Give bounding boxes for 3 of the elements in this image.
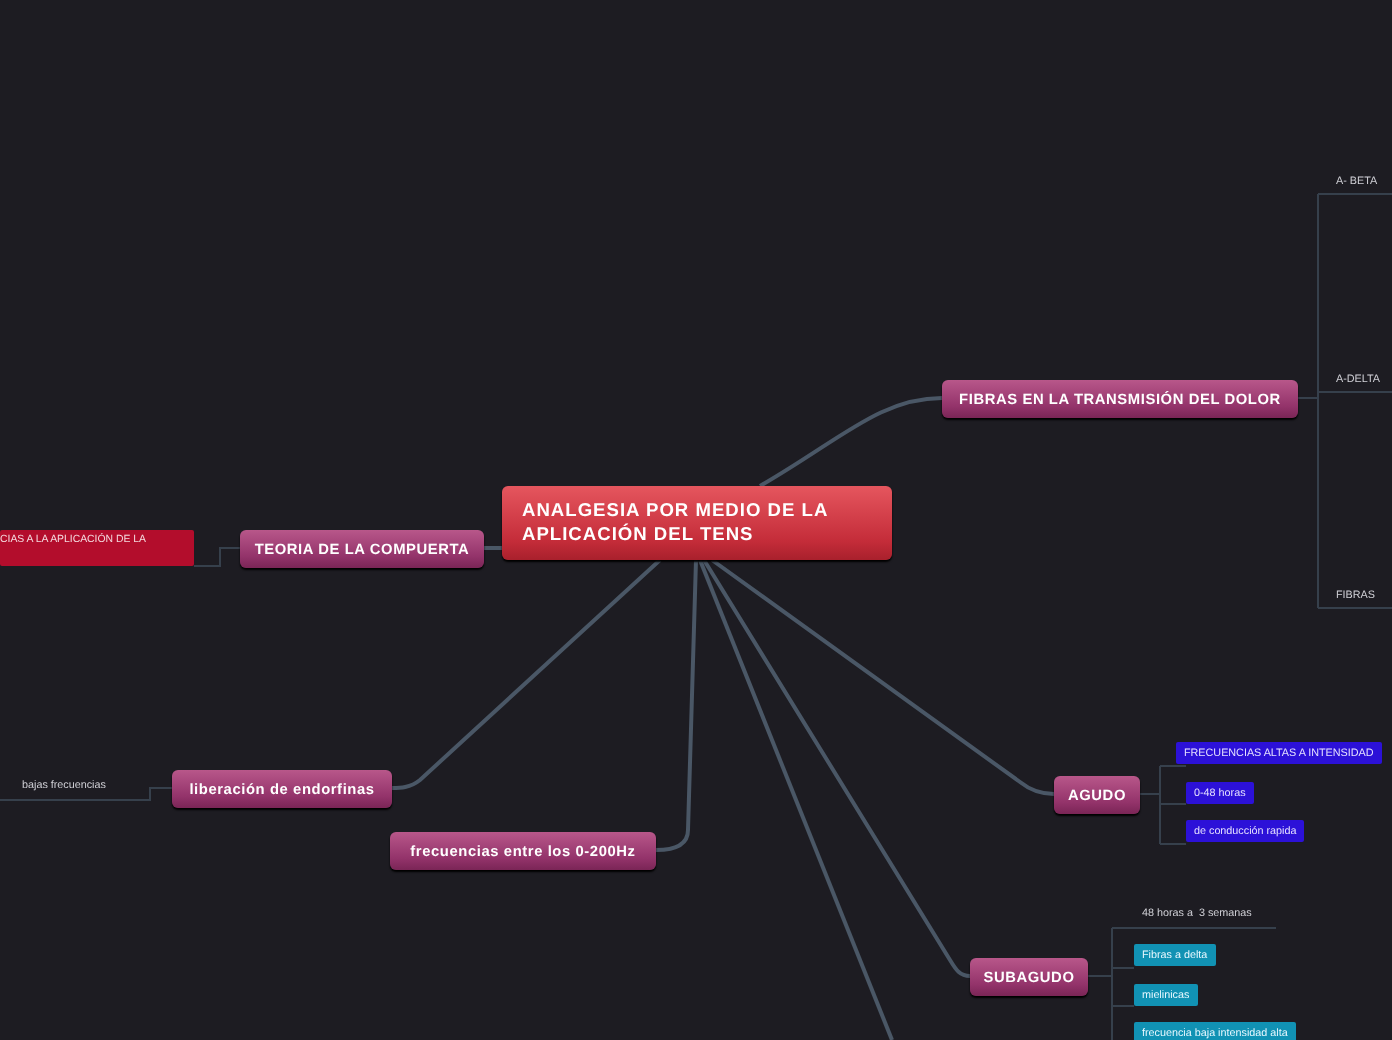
connector-line <box>193 547 241 567</box>
connector-line <box>484 546 502 550</box>
central-topic: ANALGESIA POR MEDIO DE LA APLICACIÓN DEL TENS <box>502 486 892 560</box>
